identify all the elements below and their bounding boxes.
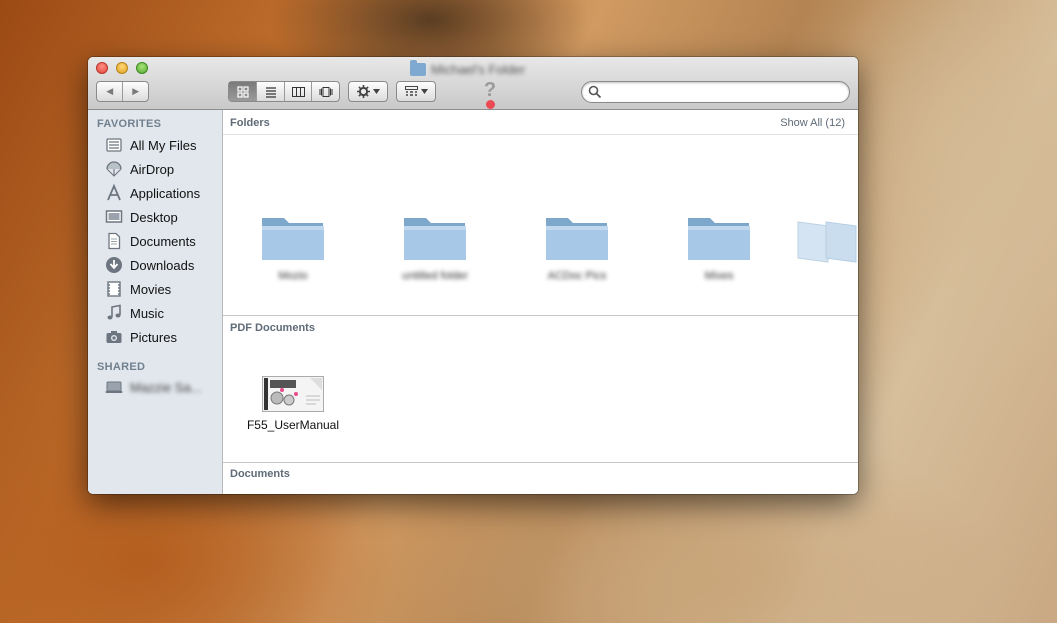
gear-icon [356, 85, 370, 98]
folder-label: Mixes [704, 270, 734, 282]
question-mark-icon: ? [483, 79, 497, 101]
folder-label: untitled folder [401, 270, 469, 282]
pdf-label: F55_UserManual [246, 418, 340, 432]
music-note-icon [105, 304, 123, 322]
back-button[interactable]: ◀ [97, 82, 122, 101]
section-divider [223, 315, 858, 316]
sidebar-item-label: Mazzie Sa... [130, 379, 202, 395]
list-view-icon [265, 86, 276, 98]
icon-view-button[interactable] [229, 82, 257, 101]
section-heading-folders: Folders [230, 117, 270, 129]
sidebar-item-desktop[interactable]: Desktop [105, 206, 178, 228]
notification-dot [485, 100, 495, 109]
search-icon [588, 85, 602, 99]
sidebar: FAVORITES All My Files AirDrop Applicati… [88, 110, 223, 494]
pdf-thumbnail[interactable] [262, 376, 324, 412]
column-view-icon [291, 86, 305, 97]
folder-item[interactable] [544, 212, 610, 262]
arrange-menu-button[interactable] [396, 81, 436, 102]
sidebar-heading-shared: SHARED [97, 361, 146, 373]
toolbar: Michael's Folder ◀ ▶ ? [88, 57, 858, 110]
sidebar-item-all-my-files[interactable]: All My Files [105, 134, 196, 156]
folder-icon [688, 218, 750, 260]
folder-icon [546, 218, 608, 260]
sidebar-item-label: Downloads [130, 257, 195, 273]
section-heading-pdf-documents: PDF Documents [230, 322, 315, 334]
help-indicator[interactable]: ? [480, 79, 500, 109]
folder-icon [404, 218, 466, 260]
folder-label: ACDoc Pics [547, 270, 607, 282]
list-view-button[interactable] [256, 82, 284, 101]
window-title: Michael's Folder [410, 59, 526, 78]
back-arrow-icon: ◀ [106, 86, 114, 96]
section-heading-documents: Documents [230, 468, 290, 480]
sidebar-item-music[interactable]: Music [105, 302, 164, 324]
sidebar-item-label: Applications [130, 185, 201, 201]
applications-icon [105, 184, 123, 202]
sidebar-item-label: All My Files [130, 137, 197, 153]
more-folders-stack[interactable] [796, 218, 858, 264]
sidebar-item-downloads[interactable]: Downloads [105, 254, 194, 276]
column-view-button[interactable] [283, 82, 312, 101]
minimize-button[interactable] [116, 62, 128, 74]
folder-icon [410, 59, 426, 76]
cover-flow-view-icon [319, 86, 333, 97]
section-divider [223, 462, 858, 463]
sidebar-item-label: Desktop [130, 209, 178, 225]
close-button[interactable] [96, 62, 108, 74]
sidebar-item-label: AirDrop [130, 161, 175, 177]
sidebar-item-label: Music [130, 305, 164, 321]
sidebar-item-applications[interactable]: Applications [105, 182, 200, 204]
pdf-document-icon [262, 376, 324, 412]
sidebar-item-movies[interactable]: Movies [105, 278, 171, 300]
cover-flow-view-button[interactable] [311, 82, 339, 101]
airdrop-icon [105, 160, 123, 178]
content-area: Folders Show All (12) Mozio untitled fol… [223, 110, 858, 494]
folder-item[interactable] [260, 212, 326, 262]
zoom-button[interactable] [136, 62, 148, 74]
finder-window: Michael's Folder ◀ ▶ ? FAVORITES All My … [88, 57, 858, 494]
sidebar-item-shared-computer[interactable]: Mazzie Sa... [105, 376, 202, 398]
computer-icon [105, 378, 123, 396]
section-header-divider [223, 134, 858, 135]
icon-view-icon [237, 85, 249, 98]
desktop-icon [105, 208, 123, 226]
window-title-text: Michael's Folder [431, 61, 526, 77]
camera-icon [105, 328, 123, 346]
back-forward-control: ◀ ▶ [96, 81, 149, 102]
folder-stack-icon [797, 221, 857, 263]
sidebar-heading-favorites: FAVORITES [97, 118, 162, 130]
search-field[interactable] [581, 81, 850, 103]
folder-icon [262, 218, 324, 260]
forward-button[interactable]: ▶ [122, 82, 148, 101]
folder-item[interactable] [686, 212, 752, 262]
folder-label: Mozio [278, 270, 308, 282]
chevron-down-icon [372, 89, 380, 94]
folder-item[interactable] [402, 212, 468, 262]
documents-icon [105, 232, 123, 250]
forward-arrow-icon: ▶ [132, 86, 140, 96]
show-all-link[interactable]: Show All (12) [780, 117, 845, 129]
sidebar-item-label: Documents [130, 233, 196, 249]
sidebar-item-pictures[interactable]: Pictures [105, 326, 177, 348]
arrange-icon [404, 86, 418, 96]
movies-icon [105, 280, 123, 298]
sidebar-item-label: Movies [130, 281, 172, 297]
downloads-icon [105, 256, 123, 274]
all-my-files-icon [105, 136, 123, 154]
search-input[interactable] [606, 83, 846, 103]
sidebar-item-label: Pictures [130, 329, 177, 345]
action-menu-button[interactable] [348, 81, 388, 102]
sidebar-item-documents[interactable]: Documents [105, 230, 196, 252]
sidebar-item-airdrop[interactable]: AirDrop [105, 158, 174, 180]
chevron-down-icon [420, 89, 428, 94]
view-mode-control [228, 81, 340, 102]
